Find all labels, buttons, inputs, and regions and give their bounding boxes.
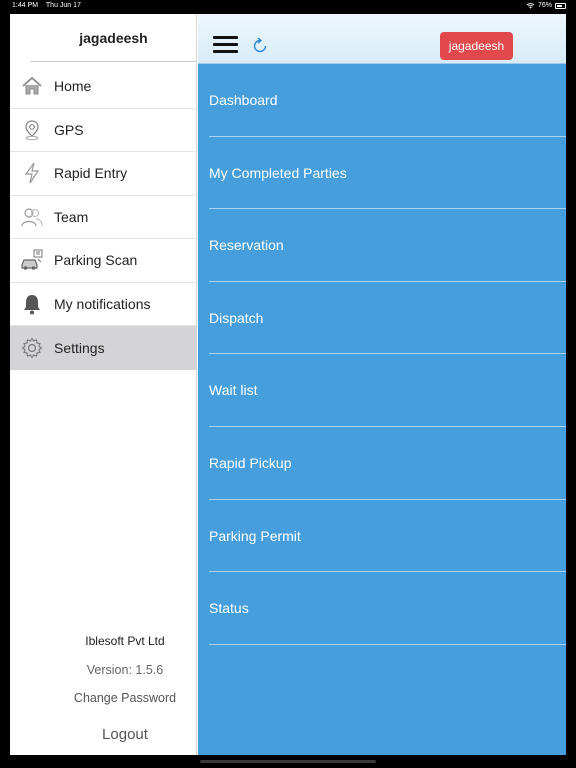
status-bar: 1:44 PM Thu Jun 17 76%	[0, 0, 576, 12]
device-frame: 1:44 PM Thu Jun 17 76% jagadeesh Home GP…	[0, 0, 576, 768]
top-bar: jagadeesh	[198, 14, 566, 64]
menu-item-label: My Completed Parties	[209, 164, 347, 181]
sidebar-item-label: My notifications	[54, 295, 151, 312]
menu-item-label: Dashboard	[209, 92, 278, 108]
sidebar-item-label: Rapid Entry	[54, 165, 128, 182]
drawer-menu: Home GPS Rapid Entry Team Parking Scan M…	[10, 65, 197, 370]
user-chip[interactable]: jagadeesh	[440, 32, 513, 60]
menu-item-rapid-pickup[interactable]: Rapid Pickup	[198, 427, 566, 500]
menu-item-reservation[interactable]: Reservation	[198, 209, 566, 282]
sidebar-item-gps[interactable]: GPS	[10, 109, 197, 152]
battery-icon	[555, 2, 566, 9]
side-drawer: jagadeesh Home GPS Rapid Entry Team Park…	[10, 14, 197, 755]
location-pin-icon	[10, 119, 54, 141]
app-screen: jagadeesh Home GPS Rapid Entry Team Park…	[10, 14, 566, 755]
menu-item-label: Rapid Pickup	[209, 454, 292, 471]
car-scan-icon	[10, 249, 54, 271]
status-date: Thu Jun 17	[45, 2, 81, 9]
sidebar-item-label: Parking Scan	[54, 252, 138, 269]
menu-item-label: Reservation	[209, 237, 284, 254]
home-icon	[10, 76, 54, 96]
hamburger-menu-icon[interactable]	[213, 36, 238, 54]
sidebar-item-notifications[interactable]: My notifications	[10, 283, 197, 326]
gear-icon	[10, 337, 54, 359]
sidebar-item-rapid-entry[interactable]: Rapid Entry	[10, 152, 197, 196]
menu-item-label: Status	[209, 600, 249, 617]
sidebar-item-label: GPS	[54, 121, 84, 138]
team-icon	[10, 207, 54, 227]
wifi-icon	[526, 2, 535, 9]
main-menu-list: Dashboard My Completed Parties Reservati…	[198, 64, 566, 645]
menu-item-label: Wait list	[209, 382, 258, 399]
sidebar-item-label: Home	[54, 78, 92, 95]
sidebar-item-label: Team	[54, 208, 89, 225]
bell-icon	[10, 293, 54, 315]
menu-item-dashboard[interactable]: Dashboard	[198, 64, 566, 137]
home-indicator[interactable]	[200, 760, 376, 763]
refresh-icon[interactable]	[252, 36, 268, 54]
lightning-icon	[10, 162, 54, 184]
sidebar-item-parking-scan[interactable]: Parking Scan	[10, 239, 197, 283]
menu-item-label: Dispatch	[209, 309, 264, 326]
menu-item-dispatch[interactable]: Dispatch	[198, 282, 566, 355]
menu-item-my-completed-parties[interactable]: My Completed Parties	[198, 137, 566, 210]
menu-item-parking-permit[interactable]: Parking Permit	[198, 500, 566, 573]
status-time: 1:44 PM	[12, 2, 39, 9]
drawer-username: jagadeesh	[30, 14, 197, 62]
main-panel: jagadeesh Dashboard My Completed Parties…	[198, 14, 566, 755]
menu-item-label: Parking Permit	[209, 527, 301, 544]
divider	[209, 643, 566, 645]
sidebar-item-label: Settings	[54, 339, 105, 356]
battery-percent: 76%	[537, 2, 552, 9]
sidebar-item-home[interactable]: Home	[10, 65, 197, 109]
sidebar-item-settings[interactable]: Settings	[10, 326, 197, 370]
menu-item-wait-list[interactable]: Wait list	[198, 354, 566, 427]
sidebar-item-team[interactable]: Team	[10, 196, 197, 239]
menu-item-status[interactable]: Status	[198, 572, 566, 645]
